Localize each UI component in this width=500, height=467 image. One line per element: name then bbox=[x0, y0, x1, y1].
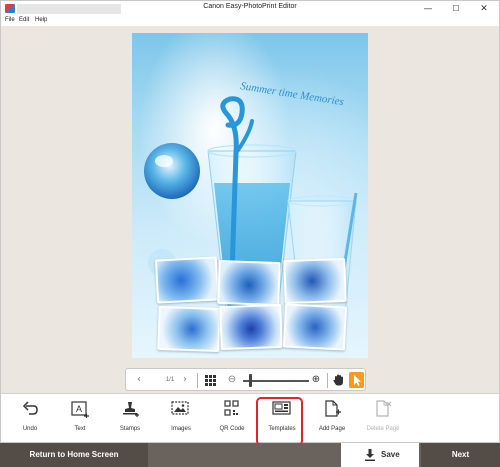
text-button[interactable]: A Text bbox=[55, 394, 105, 442]
menu-help[interactable]: Help bbox=[35, 16, 47, 25]
download-icon bbox=[365, 449, 375, 461]
page-caption: Summer time Memories bbox=[240, 80, 345, 108]
qr-code-label: QR Code bbox=[219, 426, 245, 432]
images-button[interactable]: Images bbox=[156, 394, 206, 442]
add-page-button[interactable]: Add Page bbox=[307, 394, 357, 442]
delete-page-icon bbox=[376, 400, 392, 417]
menu-bar: File Edit Help bbox=[0, 16, 500, 26]
photo-tile[interactable] bbox=[217, 259, 281, 307]
stamp-icon bbox=[123, 402, 139, 417]
images-label: Images bbox=[171, 426, 191, 432]
minimize-button[interactable]: — bbox=[415, 1, 441, 17]
text-icon: A bbox=[71, 401, 89, 418]
photo-tile[interactable] bbox=[283, 257, 347, 305]
footer-bar: Return to Home Screen Save Next bbox=[0, 443, 500, 467]
zoom-out-icon[interactable]: ⊖ bbox=[225, 372, 239, 388]
stamps-label: Stamps bbox=[119, 426, 141, 432]
view-toolbar: ‹ 1/1 › ⊖ ⊕ bbox=[125, 368, 366, 391]
return-home-button[interactable]: Return to Home Screen bbox=[0, 443, 148, 467]
photo-tile[interactable] bbox=[219, 303, 283, 351]
add-page-label: Add Page bbox=[318, 426, 346, 432]
hand-tool-icon[interactable] bbox=[331, 372, 345, 388]
grid-view-icon[interactable] bbox=[203, 372, 217, 388]
select-tool-button[interactable] bbox=[349, 372, 364, 388]
zoom-slider-thumb[interactable] bbox=[249, 374, 253, 387]
close-button[interactable]: ✕ bbox=[471, 1, 497, 17]
layout-page[interactable]: Summer time Memories bbox=[132, 33, 368, 358]
maximize-button[interactable]: ☐ bbox=[443, 1, 469, 17]
images-icon bbox=[171, 401, 189, 415]
svg-text:A: A bbox=[76, 404, 82, 414]
toolbar-divider bbox=[197, 373, 198, 388]
delete-page-label: Delete Page bbox=[366, 426, 400, 432]
qr-code-button[interactable]: QR Code bbox=[207, 394, 257, 442]
qr-code-icon bbox=[224, 400, 239, 416]
zoom-in-icon[interactable]: ⊕ bbox=[309, 372, 323, 388]
cursor-icon bbox=[354, 375, 361, 386]
photo-tile[interactable] bbox=[154, 256, 220, 304]
photo-tile[interactable] bbox=[157, 305, 221, 353]
save-button[interactable]: Save bbox=[341, 443, 419, 467]
add-page-icon bbox=[325, 400, 341, 417]
delete-page-button[interactable]: Delete Page bbox=[358, 394, 408, 442]
next-button[interactable]: Next bbox=[421, 443, 500, 467]
save-label: Save bbox=[381, 450, 400, 459]
tools-bar: Undo A Text Stamps Images QR Code Templa… bbox=[0, 393, 500, 443]
undo-label: Undo bbox=[22, 426, 38, 432]
title-bar: Canon Easy-PhotoPrint Editor — ☐ ✕ bbox=[0, 0, 500, 16]
toolbar-divider bbox=[327, 373, 328, 388]
menu-edit[interactable]: Edit bbox=[19, 16, 29, 25]
undo-button[interactable]: Undo bbox=[5, 394, 55, 442]
menu-file[interactable]: File bbox=[5, 16, 15, 25]
text-label: Text bbox=[74, 426, 86, 432]
previous-page-button[interactable]: ‹ bbox=[132, 372, 146, 388]
photo-tile[interactable] bbox=[282, 303, 348, 351]
zoom-slider[interactable] bbox=[243, 380, 309, 382]
undo-icon bbox=[22, 401, 38, 415]
stamps-button[interactable]: Stamps bbox=[105, 394, 155, 442]
templates-highlight-box bbox=[256, 397, 303, 446]
next-page-button[interactable]: › bbox=[178, 372, 192, 388]
